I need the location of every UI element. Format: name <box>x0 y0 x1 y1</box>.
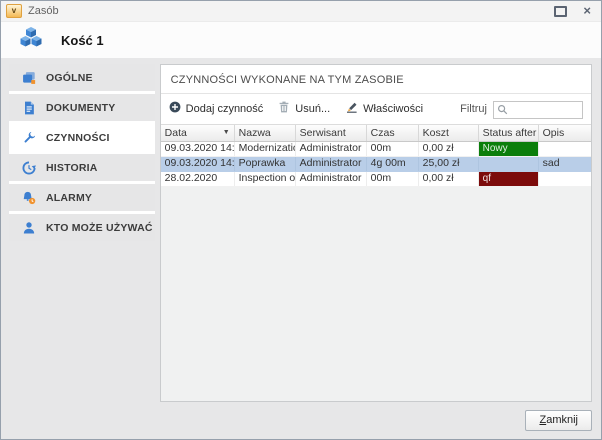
column-header-opis[interactable]: Opis <box>539 125 591 141</box>
close-icon <box>583 3 591 18</box>
activities-table: Data ▼ Nazwa Serwisant Czas Koszt Status after… <box>161 124 591 402</box>
sidebar-item-label: OGÓLNE <box>46 72 93 84</box>
cell-opis: sad <box>539 157 591 171</box>
cell-data: 09.03.2020 14:48:07 <box>161 157 235 171</box>
maximize-icon <box>554 6 567 17</box>
maximize-button[interactable] <box>554 6 567 17</box>
sidebar-item-label: CZYNNOŚCI <box>46 132 110 144</box>
cell-opis <box>539 172 591 186</box>
sidebar-item-label: KTO MOŻE UŻYWAĆ <box>46 222 153 234</box>
table-body: 09.03.2020 14:49:01ModernizationAdminist… <box>161 142 591 187</box>
document-icon <box>22 101 36 115</box>
sidebar-item-alarmy[interactable]: ALARMY <box>9 184 155 211</box>
column-header-status-after[interactable]: Status after <box>479 125 539 141</box>
plus-circle-icon <box>169 101 181 116</box>
cell-opis <box>539 142 591 156</box>
cell-koszt: 0,00 zł <box>419 172 479 186</box>
resource-header: Kość 1 <box>1 22 601 58</box>
cell-czas: 4g 00m <box>367 157 419 171</box>
filter-group: Filtruj <box>460 99 583 119</box>
cell-status: Nowy <box>479 142 539 156</box>
sidebar-item-czynnosci[interactable]: CZYNNOŚCI <box>9 124 155 151</box>
sidebar-item-kto-moze-uzywac[interactable]: KTO MOŻE UŻYWAĆ <box>9 214 155 241</box>
status-badge: Nowy <box>479 142 538 156</box>
column-header-data[interactable]: Data ▼ <box>161 125 235 141</box>
table-row[interactable]: 09.03.2020 14:49:01ModernizationAdminist… <box>161 142 591 157</box>
cubes-icon <box>18 26 44 54</box>
sidebar-item-label: HISTORIA <box>46 162 98 174</box>
window-controls <box>554 2 591 20</box>
column-header-nazwa[interactable]: Nazwa <box>235 125 296 141</box>
column-label: Nazwa <box>239 127 271 139</box>
cell-koszt: 0,00 zł <box>419 142 479 156</box>
history-icon <box>22 161 36 175</box>
photos-icon <box>22 71 36 85</box>
toolbar: Dodaj czynność Usuń... Właściwości <box>161 94 591 124</box>
cell-data: 09.03.2020 14:49:01 <box>161 142 235 156</box>
cell-koszt: 25,00 zł <box>419 157 479 171</box>
sidebar-item-label: ALARMY <box>46 192 92 204</box>
properties-label: Właściwości <box>363 103 423 115</box>
window-title: Zasób <box>28 5 59 17</box>
properties-button[interactable]: Właściwości <box>345 101 423 116</box>
cell-serwisant: Administrator <box>296 172 367 186</box>
table-empty-area <box>161 187 591 402</box>
delete-activity-label: Usuń... <box>295 103 330 115</box>
alarm-icon <box>22 191 36 205</box>
activities-panel: CZYNNOŚCI WYKONANE NA TYM ZASOBIE Dodaj … <box>160 64 592 402</box>
filter-box <box>493 99 583 119</box>
column-label: Serwisant <box>300 127 346 139</box>
app-logo-icon: v <box>6 4 22 18</box>
column-label: Status after <box>483 127 537 139</box>
column-label: Czas <box>371 127 395 139</box>
cell-serwisant: Administrator <box>296 157 367 171</box>
titlebar: v Zasób <box>1 1 601 22</box>
dialog-content: OGÓLNE DOKUMENTY CZYNNOŚCI HISTORIA ALARMY KT… <box>1 58 601 439</box>
column-label: Opis <box>543 127 565 139</box>
pencil-icon <box>345 101 358 116</box>
wrench-icon <box>22 131 36 145</box>
table-row[interactable]: 28.02.2020Inspection or ma...Administrat… <box>161 172 591 187</box>
trash-icon <box>278 101 290 116</box>
sidebar-item-label: DOKUMENTY <box>46 102 115 114</box>
column-label: Data <box>165 127 187 139</box>
main-column: CZYNNOŚCI WYKONANE NA TYM ZASOBIE Dodaj … <box>160 64 592 439</box>
cell-status <box>479 157 539 171</box>
cell-czas: 00m <box>367 142 419 156</box>
cell-serwisant: Administrator <box>296 142 367 156</box>
resource-name: Kość 1 <box>61 33 104 48</box>
filter-input[interactable] <box>493 101 583 119</box>
table-header: Data ▼ Nazwa Serwisant Czas Koszt Status after… <box>161 124 591 142</box>
sidebar-item-dokumenty[interactable]: DOKUMENTY <box>9 94 155 121</box>
person-icon <box>22 221 36 235</box>
sidebar-item-ogolne[interactable]: OGÓLNE <box>9 64 155 91</box>
column-header-koszt[interactable]: Koszt <box>419 125 479 141</box>
sidebar: OGÓLNE DOKUMENTY CZYNNOŚCI HISTORIA ALARMY KT… <box>9 64 155 241</box>
sidebar-item-historia[interactable]: HISTORIA <box>9 154 155 181</box>
close-dialog-button[interactable]: Zamknij <box>525 410 592 431</box>
cell-status: qf <box>479 172 539 186</box>
filter-label: Filtruj <box>460 103 487 115</box>
dialog-window: v Zasób Kość 1 <box>0 0 602 440</box>
delete-activity-button[interactable]: Usuń... <box>278 101 330 116</box>
cell-nazwa: Poprawka <box>235 157 296 171</box>
cell-nazwa: Inspection or ma... <box>235 172 296 186</box>
add-activity-button[interactable]: Dodaj czynność <box>169 101 264 116</box>
column-header-czas[interactable]: Czas <box>367 125 419 141</box>
column-label: Koszt <box>423 127 449 139</box>
column-header-serwisant[interactable]: Serwisant <box>296 125 367 141</box>
table-row[interactable]: 09.03.2020 14:48:07PoprawkaAdministrator… <box>161 157 591 172</box>
cell-nazwa: Modernization <box>235 142 296 156</box>
close-button[interactable] <box>583 2 591 20</box>
dialog-footer: Zamknij <box>160 402 592 439</box>
cell-data: 28.02.2020 <box>161 172 235 186</box>
add-activity-label: Dodaj czynność <box>186 103 264 115</box>
sort-desc-icon: ▼ <box>223 129 230 136</box>
status-badge: qf <box>479 172 538 186</box>
section-title: CZYNNOŚCI WYKONANE NA TYM ZASOBIE <box>161 65 591 94</box>
cell-czas: 00m <box>367 172 419 186</box>
